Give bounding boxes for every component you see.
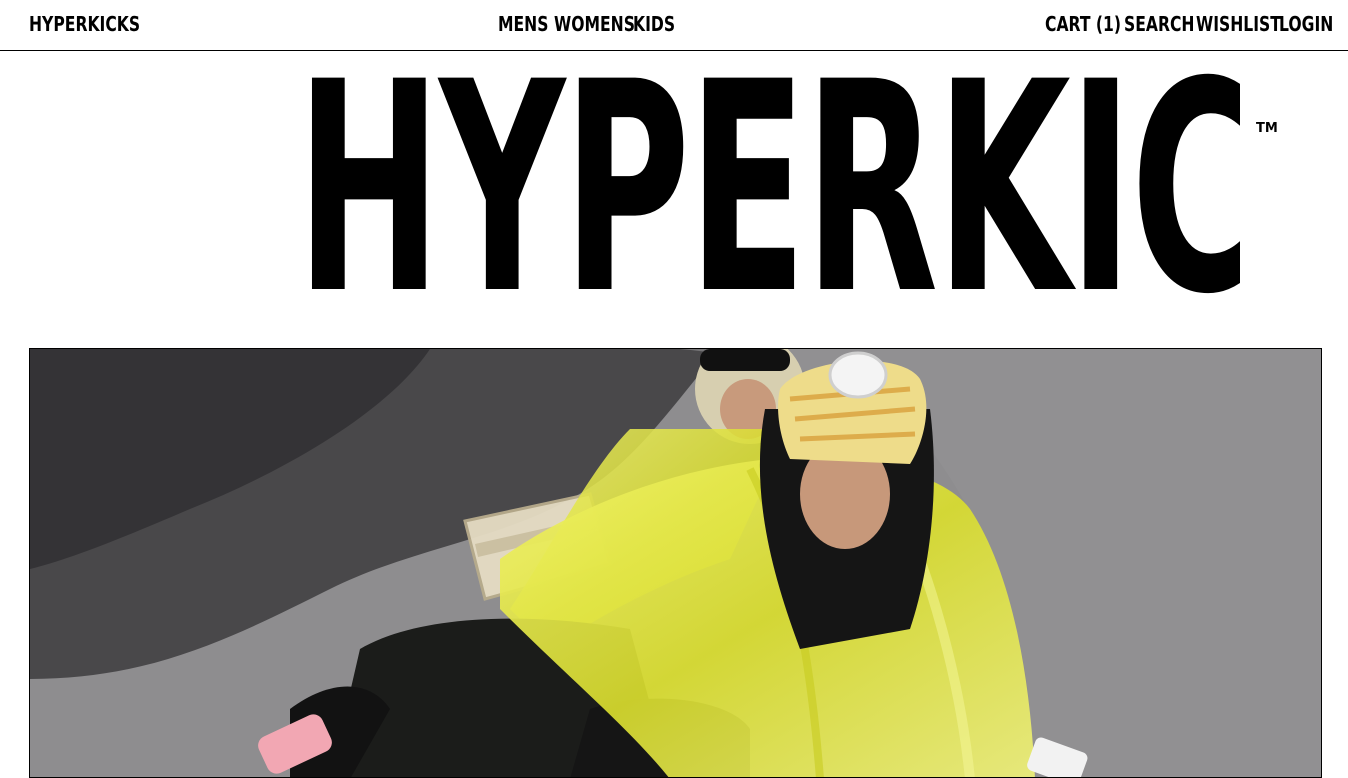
nav-womens-link[interactable]: WOMENS	[554, 12, 635, 36]
hero-logo-text: HYPERKICKS	[296, 60, 1240, 350]
nav-mens-link[interactable]: MENS	[498, 12, 548, 36]
hero-logo: HYPERKICKS	[60, 60, 1240, 350]
top-navigation-bar: HYPERKICKS MENS WOMENS KIDS CART (1) SEA…	[0, 0, 1348, 51]
wishlist-link[interactable]: WISHLIST	[1196, 12, 1281, 36]
search-link[interactable]: SEARCH	[1124, 12, 1194, 36]
trademark-symbol: TM	[1256, 121, 1278, 136]
cart-link[interactable]: CART (1)	[1045, 12, 1121, 36]
hero-image[interactable]	[29, 348, 1322, 778]
nav-kids-link[interactable]: KIDS	[633, 12, 675, 36]
brand-home-link[interactable]: HYPERKICKS	[29, 12, 140, 36]
hero-photo-illustration	[30, 349, 1321, 777]
login-link[interactable]: LOGIN	[1279, 12, 1333, 36]
